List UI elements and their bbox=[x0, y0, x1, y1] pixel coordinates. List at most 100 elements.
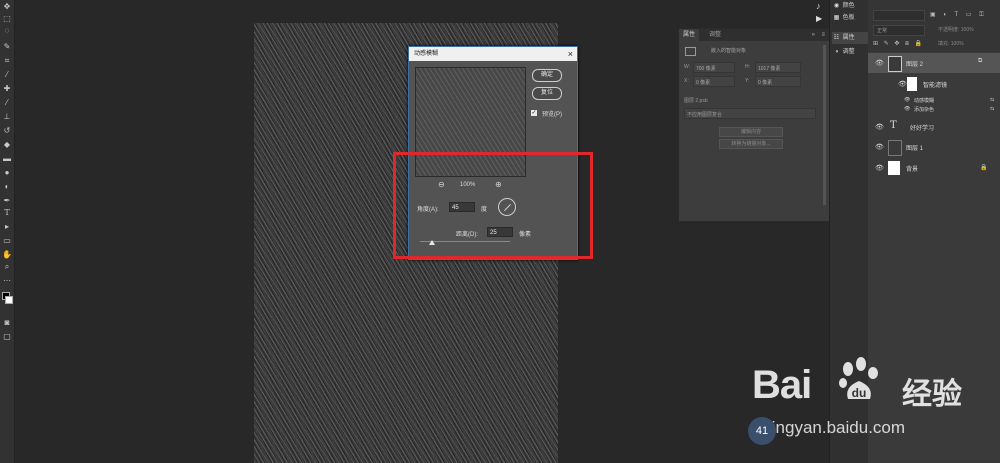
move-icon[interactable]: ✥ bbox=[2, 2, 12, 12]
reset-button[interactable]: 复位 bbox=[532, 87, 562, 100]
stamp-icon[interactable]: ⊥ bbox=[2, 112, 12, 122]
history-icon[interactable]: ♪ bbox=[816, 1, 821, 11]
visibility-eye-icon[interactable]: 👁 bbox=[875, 143, 884, 151]
smart-object-badge-icon: ⧉ bbox=[978, 58, 983, 64]
x-label: X: bbox=[684, 78, 689, 84]
dialog-title: 动感模糊 bbox=[414, 51, 439, 57]
lock-icon: 🔒 bbox=[980, 165, 988, 171]
marquee-icon[interactable]: ⬚ bbox=[2, 14, 12, 24]
visibility-eye-icon[interactable]: 👁 bbox=[875, 59, 884, 67]
layer-row[interactable]: 👁 图层 2 ⧉ bbox=[868, 53, 1000, 73]
layer-filter-icons[interactable]: ▣ ◐ T ▭ ⚿ bbox=[930, 11, 987, 19]
tab-adjust[interactable]: 调整 bbox=[705, 29, 725, 41]
adjustments-panel-button[interactable]: ◑ 调整 bbox=[832, 46, 868, 58]
screen-mode-icon[interactable]: ▢ bbox=[2, 332, 12, 342]
dialog-titlebar[interactable]: 动感模糊 × bbox=[409, 47, 577, 61]
blur-icon[interactable]: ● bbox=[2, 168, 12, 178]
filter-name: 添加杂色 bbox=[914, 107, 935, 113]
layer-filter-select[interactable] bbox=[873, 10, 925, 21]
lasso-icon[interactable]: ◌ bbox=[2, 26, 12, 36]
hand-icon[interactable]: ✋ bbox=[2, 250, 12, 260]
eyedropper-icon[interactable]: ⁄ bbox=[2, 70, 12, 80]
x-field[interactable]: 0 像素 bbox=[693, 76, 735, 87]
text-layer-icon: T bbox=[890, 120, 897, 131]
color-swatches-icon[interactable] bbox=[2, 292, 13, 304]
layer-name: 智能滤镜 bbox=[923, 83, 948, 89]
more-icon[interactable]: ⋯ bbox=[2, 276, 12, 286]
history-brush-icon[interactable]: ↺ bbox=[2, 126, 12, 136]
tab-properties[interactable]: 属性 bbox=[679, 29, 700, 41]
h-field[interactable]: 1017 像素 bbox=[755, 62, 801, 73]
layer-name: 图层 2 bbox=[906, 62, 924, 68]
history-mini-icons: ♪ ▶ bbox=[812, 0, 828, 30]
h-label: H: bbox=[745, 64, 750, 70]
brush-icon[interactable]: ⁄ bbox=[2, 98, 12, 108]
w-label: W: bbox=[684, 64, 691, 70]
watermark-url: jingyan.baidu.com bbox=[768, 418, 906, 437]
y-field[interactable]: 0 像素 bbox=[755, 76, 801, 87]
layer-thumbnail bbox=[888, 161, 900, 175]
eraser-icon[interactable]: ◆ bbox=[2, 140, 12, 150]
properties-scrollbar[interactable] bbox=[823, 45, 826, 205]
svg-text:du: du bbox=[852, 386, 867, 400]
comps-select[interactable]: 不应用图层复合 bbox=[684, 108, 816, 119]
w-field[interactable]: 700 像素 bbox=[693, 62, 735, 73]
fill-label[interactable]: 填充: 100% bbox=[938, 40, 964, 47]
filter-options-icon[interactable]: ⇆ bbox=[990, 106, 994, 112]
shape-icon[interactable]: ▭ bbox=[2, 236, 12, 246]
properties-panel-button[interactable]: ☷ 属性 bbox=[832, 32, 868, 44]
layer-row[interactable]: 👁 背景 🔒 bbox=[868, 158, 1000, 178]
type-icon[interactable]: T bbox=[2, 208, 12, 218]
blend-mode-select[interactable]: 正常 bbox=[873, 25, 925, 36]
layer-name: 好好学习 bbox=[910, 126, 935, 132]
watermark-jingyan: 经验 bbox=[902, 377, 962, 412]
quickmask-icon[interactable]: ◙ bbox=[2, 318, 12, 328]
quick-select-icon[interactable]: ✎ bbox=[2, 42, 12, 52]
file-name: 图层 2.psb bbox=[684, 98, 708, 104]
visibility-eye-icon[interactable]: 👁 bbox=[904, 106, 910, 112]
crop-icon[interactable]: ⌗ bbox=[2, 56, 12, 66]
zoom-icon[interactable]: ⌕ bbox=[2, 262, 12, 272]
pen-icon[interactable]: ✒ bbox=[2, 196, 12, 206]
preview-label: 预览(P) bbox=[542, 112, 562, 118]
swatches-panel-button[interactable]: ▦ 色板 bbox=[832, 12, 868, 24]
smart-filters-row[interactable]: 👁 智能滤镜 bbox=[868, 74, 1000, 94]
panel-menu-icon[interactable]: ≡ bbox=[821, 29, 825, 41]
opacity-label[interactable]: 不透明度: 100% bbox=[938, 26, 974, 33]
filter-options-icon[interactable]: ⇆ bbox=[990, 97, 994, 103]
layer-thumbnail bbox=[888, 140, 902, 156]
layer-row[interactable]: 👁 T 好好学习 bbox=[868, 117, 1000, 137]
smart-object-icon bbox=[685, 47, 696, 56]
dodge-icon[interactable]: ◐ bbox=[2, 182, 12, 192]
color-panel-button[interactable]: ◉ 颜色 bbox=[832, 0, 868, 12]
baidu-paw-icon: du bbox=[839, 357, 878, 400]
visibility-eye-icon[interactable]: 👁 bbox=[875, 164, 884, 172]
preview-checkbox[interactable]: ✓ bbox=[531, 110, 537, 116]
layer-thumbnail bbox=[888, 56, 902, 72]
convert-linked-button[interactable]: 转换为链接对象... bbox=[719, 139, 783, 149]
properties-tabbar: 属性 调整 » ≡ bbox=[679, 29, 829, 41]
visibility-eye-icon[interactable]: 👁 bbox=[875, 123, 884, 131]
edit-contents-button[interactable]: 编辑内容 bbox=[719, 127, 783, 137]
watermark-bai: Bai bbox=[752, 363, 812, 407]
gradient-icon[interactable]: ▬ bbox=[2, 154, 12, 164]
layer-row[interactable]: 👁 图层 1 bbox=[868, 137, 1000, 157]
lock-icons[interactable]: ⊞ ✎ ✥ ⧈ 🔒 bbox=[873, 40, 924, 48]
filter-row[interactable]: 👁 动感模糊 ⇆ bbox=[868, 96, 1000, 105]
y-label: Y: bbox=[745, 78, 750, 84]
baidu-jingyan-watermark: Bai du 经验 jingyan.baidu.com bbox=[752, 355, 992, 445]
close-icon[interactable]: × bbox=[568, 47, 573, 61]
visibility-eye-icon[interactable]: 👁 bbox=[898, 80, 907, 88]
healing-icon[interactable]: ✚ bbox=[2, 84, 12, 94]
layer-name: 图层 1 bbox=[906, 146, 924, 152]
properties-panel: 属性 调整 » ≡ 嵌入的智能对象 W: 700 像素 H: 1017 像素 X… bbox=[678, 28, 830, 222]
visibility-eye-icon[interactable]: 👁 bbox=[904, 97, 910, 103]
tools-panel: ✥ ⬚ ◌ ✎ ⌗ ⁄ ✚ ⁄ ⊥ ↺ ◆ ▬ ● ◐ ✒ T ▸ ▭ ✋ ⌕ … bbox=[0, 0, 15, 463]
object-type: 嵌入的智能对象 bbox=[711, 48, 747, 54]
ok-button[interactable]: 确定 bbox=[532, 69, 562, 82]
path-select-icon[interactable]: ▸ bbox=[2, 222, 12, 232]
filter-row[interactable]: 👁 添加杂色 ⇆ bbox=[868, 105, 1000, 114]
collapse-icon[interactable]: » bbox=[812, 29, 815, 41]
actions-play-icon[interactable]: ▶ bbox=[816, 14, 822, 23]
layers-header: ▣ ◐ T ▭ ⚿ 正常 不透明度: 100% ⊞ ✎ ✥ ⧈ 🔒 填充: 10… bbox=[868, 0, 1000, 52]
